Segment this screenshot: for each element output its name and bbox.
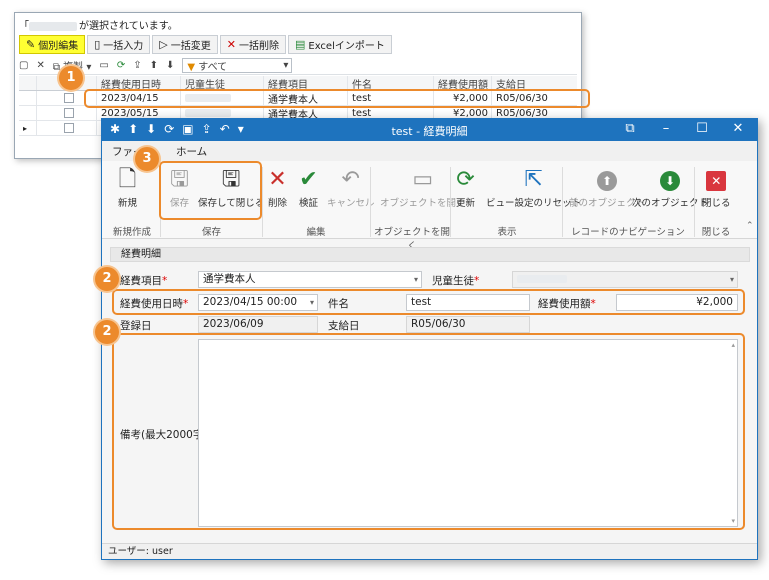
col-date[interactable]: 経費使用日時 (97, 76, 181, 90)
open-object-button[interactable]: ▭ オブジェクトを開く (380, 167, 466, 209)
tab-bulk-input[interactable]: ▯ 一括入力 (87, 35, 151, 54)
chevron-down-icon: ▾ (283, 60, 289, 71)
close-icon: ✕ (706, 171, 727, 191)
close-icon[interactable]: ✕ (36, 60, 44, 71)
down-arrow-icon: ⬇ (660, 171, 680, 191)
grid-toolbar: ▢ ✕ ⧉ 複製 ▾ ▭ ⟳ ⇪ ⬆ ⬇ ▼ すべて▾ (19, 57, 577, 75)
delete-icon: ✕ (268, 167, 287, 192)
reset-view-icon: ⇱ (524, 167, 543, 192)
col-amount[interactable]: 経費使用額 (434, 76, 492, 90)
reset-view-button[interactable]: ⇱ ビュー設定のリセット (486, 167, 581, 209)
callout-badge: 2 (95, 267, 119, 291)
edit-icon: ✎ (26, 38, 36, 51)
bulk-edit-icon: ▷ (159, 38, 168, 51)
paydate-field[interactable]: R05/06/30 (406, 316, 530, 333)
tab-bulk-delete[interactable]: ✕ 一括削除 (219, 35, 286, 54)
row-checkbox[interactable] (63, 123, 74, 133)
menu-home[interactable]: ホーム (176, 144, 207, 159)
row-highlight (84, 89, 590, 108)
refresh-icon: ⟳ (456, 167, 475, 192)
new-doc-icon[interactable]: ▢ (19, 60, 28, 71)
col-subject[interactable]: 件名 (348, 76, 434, 90)
expense-item-field[interactable]: 通学費本人 ▾ (198, 271, 422, 288)
col-item[interactable]: 経費項目 (264, 76, 348, 90)
col-paydate[interactable]: 支給日 (492, 76, 577, 91)
save-buttons-highlight (159, 161, 262, 220)
validate-button[interactable]: ✔ 検証 (299, 167, 318, 209)
callout-badge: 2 (95, 320, 119, 344)
row-indicator-icon: ▸ (19, 121, 37, 135)
minimize-icon[interactable]: – (648, 121, 684, 136)
row-checkbox[interactable] (63, 93, 74, 103)
close-button[interactable]: ✕ 閉じる (702, 167, 731, 209)
check-icon: ✔ (299, 167, 318, 192)
filter-select[interactable]: ▼ すべて ▾ (182, 58, 293, 73)
up-arrow-icon: ⬆ (597, 171, 617, 191)
tab-bulk-change[interactable]: ▷ 一括変更 (152, 35, 218, 54)
col-student[interactable]: 児童生徒 (181, 76, 264, 90)
title-bar: ✱ ⬆ ⬇ ⟳ ▣ ⇪ ↶ ▾ test - 経費明細 ⧉ – ☐ ✕ (102, 119, 757, 141)
delete-icon: ✕ (226, 38, 236, 51)
open-window-icon: ▭ (412, 167, 434, 192)
down-icon[interactable]: ⬇ (166, 60, 174, 71)
callout-badge: 3 (135, 147, 159, 171)
student-label: 児童生徒* (432, 275, 480, 287)
selection-info: 「が選択されています。 (19, 21, 178, 32)
document-icon: ▯ (94, 38, 101, 51)
fields-row-highlight (112, 289, 745, 315)
student-field[interactable]: ▾ (512, 271, 738, 288)
new-button[interactable]: 🗋 新規 (118, 167, 137, 209)
filter-icon: ▼ (187, 62, 196, 73)
row-checkbox[interactable] (63, 108, 74, 118)
expense-item-label: 経費項目* (120, 275, 168, 287)
tab-excel-import[interactable]: ▤ Excelインポート (287, 35, 392, 54)
restore-icon[interactable]: ⧉ (612, 121, 648, 136)
tab-individual-edit[interactable]: ✎ 個別編集 (19, 35, 86, 54)
edit-mode-tabs: ✎ 個別編集 ▯ 一括入力 ▷ 一括変更 ✕ 一括削除 ▤ Excelインポート (19, 35, 392, 54)
callout-badge: 1 (59, 66, 83, 90)
up-icon[interactable]: ⬆ (150, 60, 158, 71)
new-doc-icon: 🗋 (118, 167, 137, 192)
refresh-button[interactable]: ⟳ 更新 (456, 167, 475, 209)
collapse-ribbon-icon[interactable]: ⌃ (746, 221, 754, 231)
section-header: 経費明細 (110, 247, 750, 262)
delete-button[interactable]: ✕ 削除 (268, 167, 287, 209)
undo-icon: ↶ (341, 167, 360, 192)
registered-field[interactable]: 2023/06/09 (198, 316, 318, 333)
menu-bar: ファイル ホーム (102, 141, 757, 161)
excel-icon: ▤ (294, 38, 306, 51)
maximize-icon[interactable]: ☐ (684, 121, 720, 136)
paydate-label: 支給日 (328, 320, 360, 332)
export-icon[interactable]: ⇪ (133, 60, 141, 71)
registered-label: 登録日 (120, 320, 152, 332)
close-icon[interactable]: ✕ (720, 121, 756, 136)
next-object-button[interactable]: ⬇ 次のオブジェクト (632, 167, 708, 209)
memo-highlight (112, 333, 745, 530)
refresh-icon[interactable]: ⟳ (117, 60, 125, 71)
window-controls: ⧉ – ☐ ✕ (612, 121, 756, 136)
cancel-button[interactable]: ↶ キャンセル (327, 167, 375, 209)
status-bar: ユーザー: user (102, 543, 757, 559)
layout-icon[interactable]: ▭ (99, 60, 108, 71)
